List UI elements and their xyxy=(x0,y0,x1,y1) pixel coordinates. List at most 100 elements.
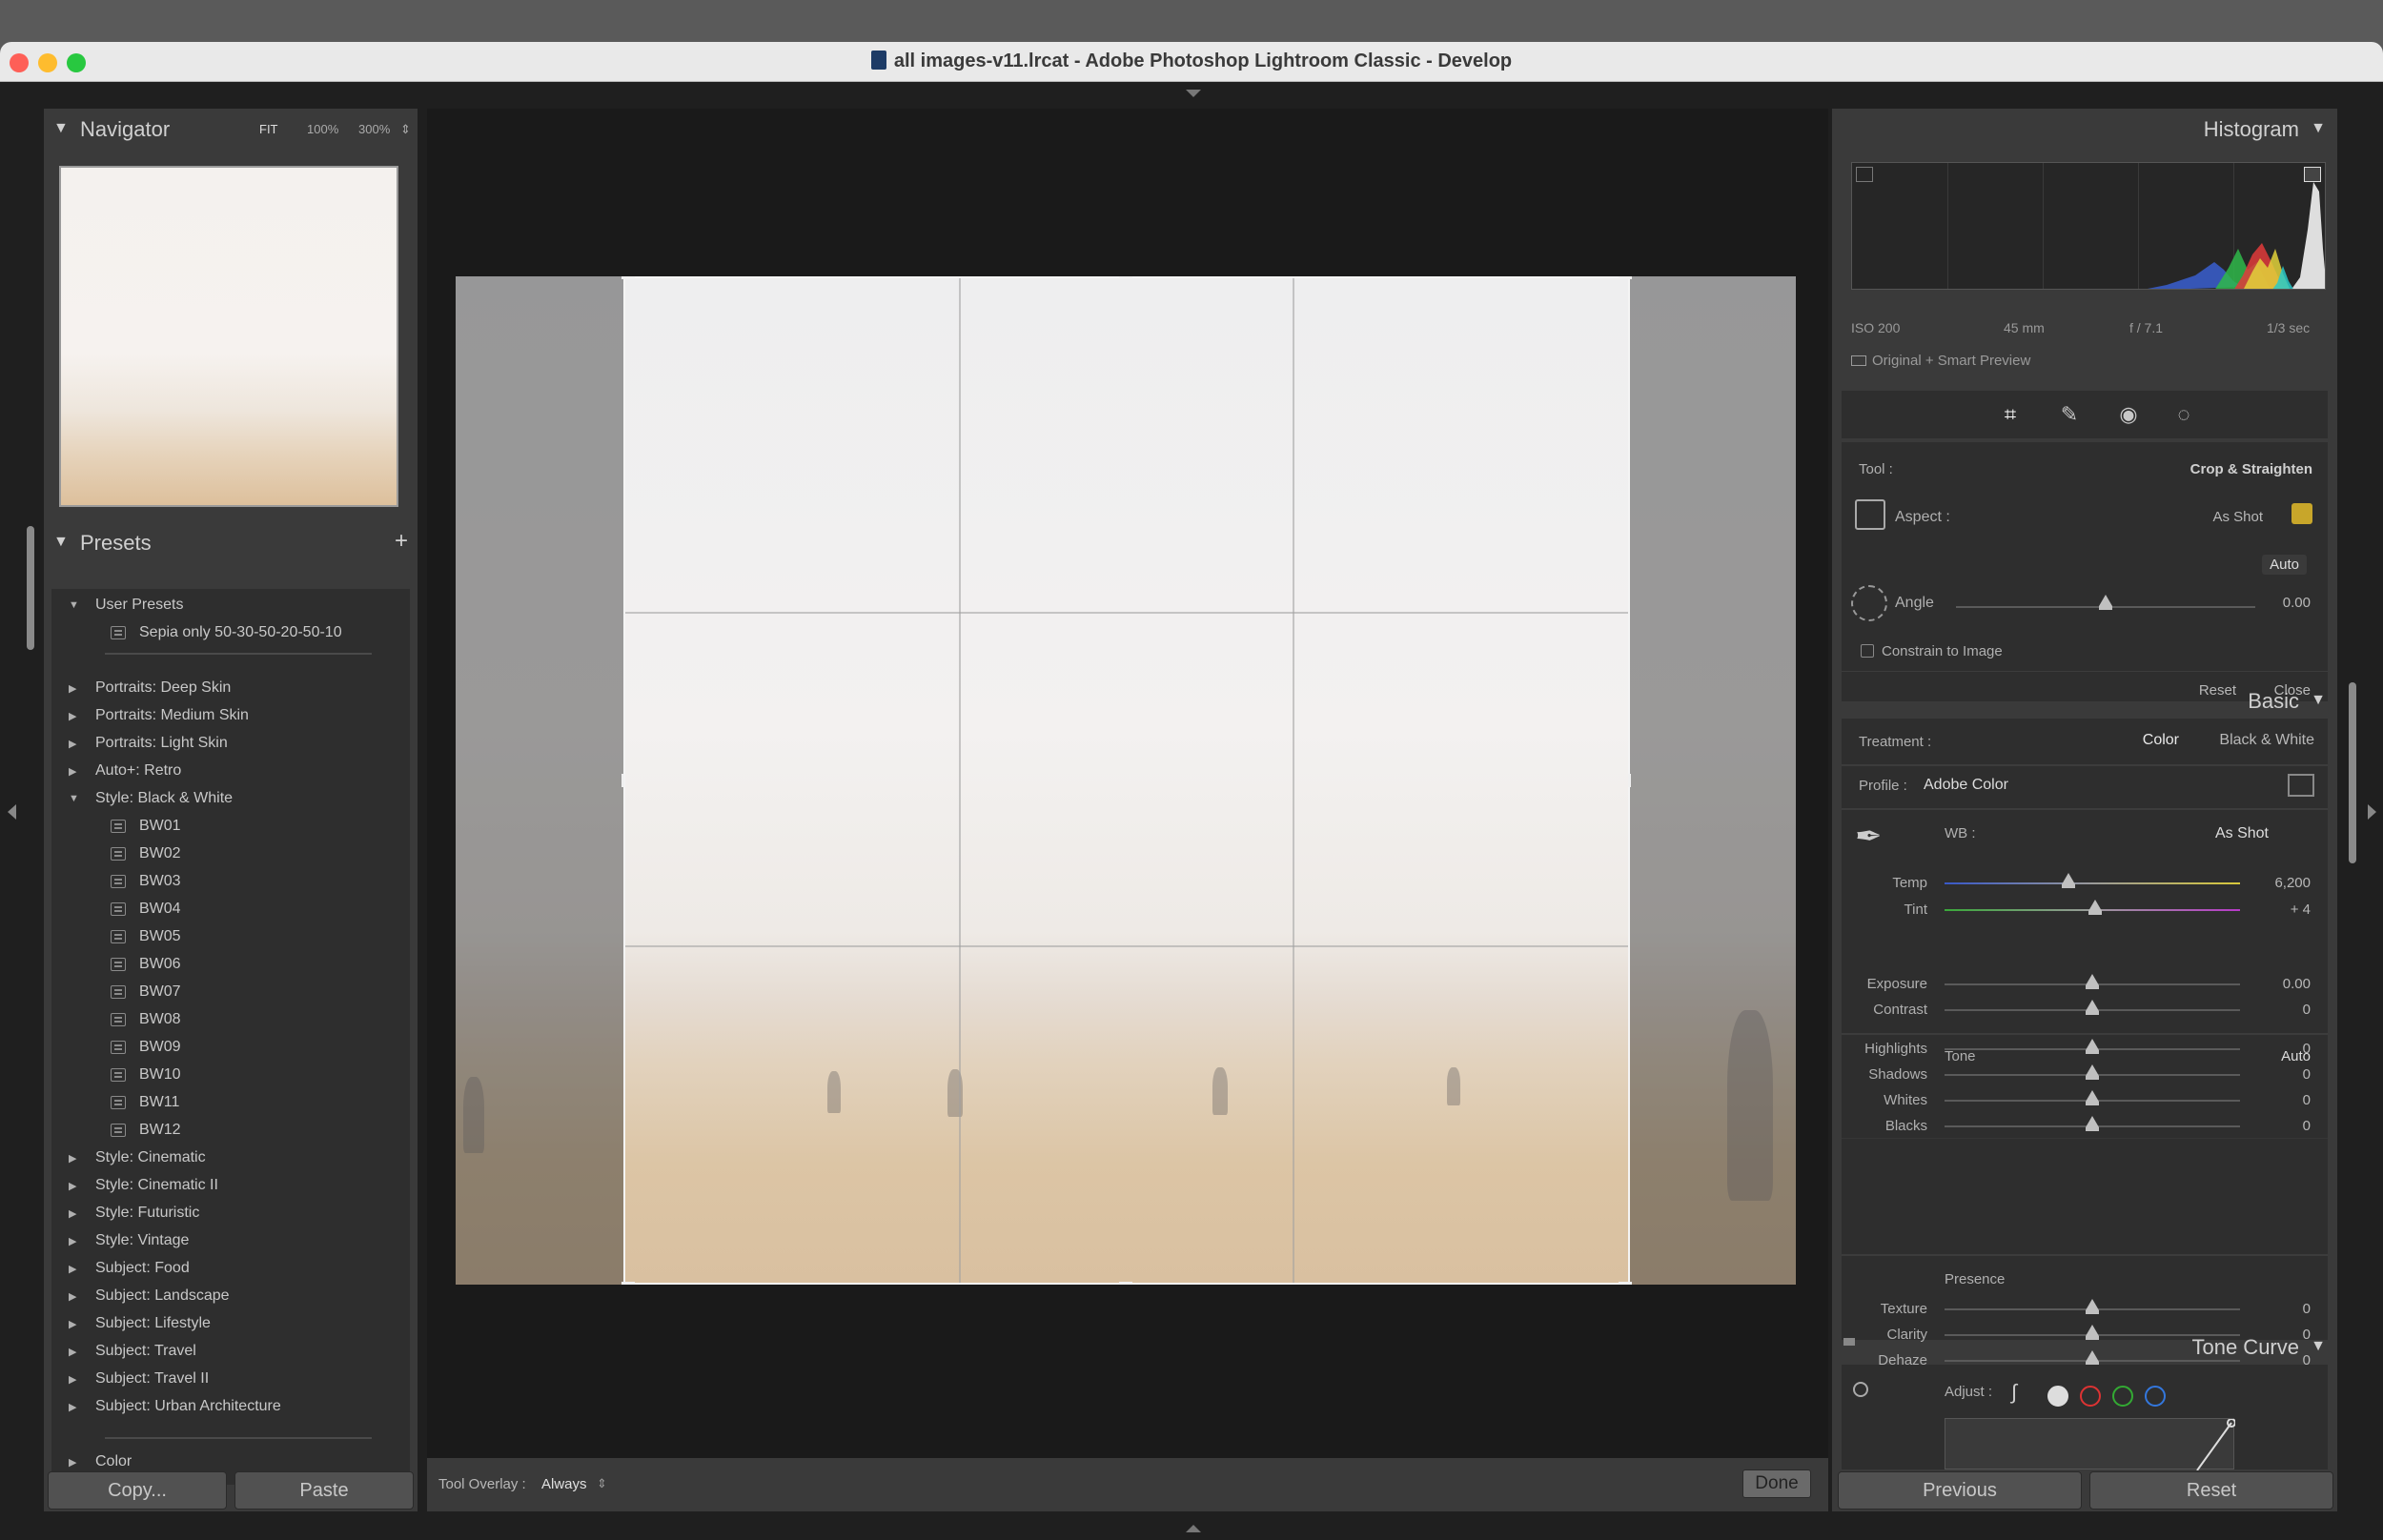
photo[interactable] xyxy=(456,276,1796,1285)
histogram-graph[interactable] xyxy=(1851,162,2326,290)
expand-triangle-icon[interactable]: ▶ xyxy=(69,1373,76,1386)
masking-tool-icon[interactable]: ◌ xyxy=(2171,402,2196,427)
temp-slider[interactable] xyxy=(1945,882,2240,884)
curve-graph[interactable] xyxy=(1945,1418,2235,1470)
straighten-tool-icon[interactable] xyxy=(1851,585,1887,621)
auto-straighten-button[interactable]: Auto xyxy=(2262,555,2307,575)
collapse-triangle-icon[interactable]: ▼ xyxy=(2311,120,2326,137)
preset-group[interactable]: Subject: Urban Architecture xyxy=(95,1398,281,1415)
temp-value[interactable]: 6,200 xyxy=(2274,875,2311,891)
preset-group[interactable]: Portraits: Light Skin xyxy=(95,735,228,752)
preset-item[interactable]: BW01 xyxy=(139,818,181,835)
histogram-header[interactable]: Histogram ▼ xyxy=(1832,109,2337,147)
preset-group[interactable]: Style: Vintage xyxy=(95,1232,189,1249)
contrast-slider-thumb[interactable] xyxy=(2086,1000,2099,1015)
preset-group[interactable]: Style: Black & White xyxy=(95,790,233,807)
collapse-triangle-icon[interactable]: ▼ xyxy=(2311,1338,2326,1355)
preset-group[interactable]: Subject: Travel II xyxy=(95,1370,209,1388)
crop-tool-icon[interactable]: ⌗ xyxy=(1998,402,2023,427)
left-scrollbar[interactable] xyxy=(27,526,34,650)
paste-settings-button[interactable]: Paste xyxy=(234,1471,414,1510)
texture-value[interactable]: 0 xyxy=(2303,1301,2311,1317)
constrain-checkbox[interactable] xyxy=(1861,644,1874,658)
expand-triangle-icon[interactable]: ▶ xyxy=(69,1263,76,1275)
contrast-value[interactable]: 0 xyxy=(2303,1002,2311,1018)
preset-item[interactable]: BW12 xyxy=(139,1122,181,1139)
preset-group[interactable]: Subject: Lifestyle xyxy=(95,1315,211,1332)
red-channel-icon[interactable] xyxy=(2080,1386,2101,1407)
blacks-value[interactable]: 0 xyxy=(2303,1118,2311,1134)
preset-item[interactable]: BW11 xyxy=(139,1094,179,1111)
exposure-slider-thumb[interactable] xyxy=(2086,974,2099,989)
preset-group[interactable]: Style: Cinematic II xyxy=(95,1177,218,1194)
preset-group[interactable]: Portraits: Medium Skin xyxy=(95,707,249,724)
zoom-fit-option[interactable]: FIT xyxy=(259,122,278,136)
preset-item[interactable]: BW02 xyxy=(139,845,181,862)
expand-triangle-icon[interactable]: ▶ xyxy=(69,1318,76,1330)
crop-handle-left[interactable] xyxy=(621,774,624,787)
preset-group[interactable]: Style: Futuristic xyxy=(95,1205,199,1222)
zoom-300-option[interactable]: 300% xyxy=(358,122,390,136)
profile-browser-icon[interactable] xyxy=(2288,774,2314,797)
whites-value[interactable]: 0 xyxy=(2303,1092,2311,1108)
expand-triangle-icon[interactable]: ▶ xyxy=(69,1456,76,1469)
crop-handle-bottom[interactable] xyxy=(1119,1282,1132,1285)
profile-select[interactable]: Adobe Color xyxy=(1924,777,2008,794)
texture-slider-thumb[interactable] xyxy=(2086,1299,2099,1314)
right-panel-toggle-icon[interactable] xyxy=(2368,804,2376,820)
treatment-color-option[interactable]: Color xyxy=(2143,732,2179,749)
bottom-panel-toggle-icon[interactable] xyxy=(1186,1525,1201,1532)
basic-header[interactable]: Basic ▼ xyxy=(1832,680,2337,719)
expand-triangle-icon[interactable]: ▶ xyxy=(69,1235,76,1247)
preset-item[interactable]: BW07 xyxy=(139,983,181,1001)
preset-group[interactable]: Auto+: Retro xyxy=(95,762,181,780)
collapse-triangle-icon[interactable]: ▼ xyxy=(2311,692,2326,709)
aspect-lock-icon[interactable] xyxy=(2291,503,2312,524)
red-eye-tool-icon[interactable]: ◉ xyxy=(2116,402,2141,427)
expand-triangle-icon[interactable]: ▶ xyxy=(69,1401,76,1413)
reset-button[interactable]: Reset xyxy=(2089,1471,2333,1510)
tool-overlay-select[interactable]: Always xyxy=(541,1476,587,1492)
tone-curve-header[interactable]: Tone Curve ▼ xyxy=(1832,1327,2337,1365)
crop-handle-top-right[interactable] xyxy=(1619,276,1632,279)
left-panel-toggle-icon[interactable] xyxy=(8,804,16,820)
expand-triangle-icon[interactable]: ▶ xyxy=(69,1346,76,1358)
zoom-100-option[interactable]: 100% xyxy=(307,122,338,136)
shadows-value[interactable]: 0 xyxy=(2303,1066,2311,1083)
targeted-adjustment-icon[interactable] xyxy=(1853,1382,1868,1397)
presets-header[interactable]: ▼ Presets + xyxy=(44,522,418,560)
wb-select[interactable]: As Shot xyxy=(2215,825,2269,842)
expand-triangle-icon[interactable]: ▶ xyxy=(69,765,76,778)
navigator-preview[interactable] xyxy=(59,166,398,507)
navigator-header[interactable]: ▼ Navigator FIT 100% 300% ⇕ xyxy=(44,109,418,147)
expand-triangle-icon[interactable]: ▶ xyxy=(69,1152,76,1165)
tint-slider-thumb[interactable] xyxy=(2088,900,2103,915)
whites-slider-thumb[interactable] xyxy=(2086,1090,2099,1105)
shadows-slider-thumb[interactable] xyxy=(2086,1064,2099,1080)
temp-slider-thumb[interactable] xyxy=(2062,873,2076,888)
done-button[interactable]: Done xyxy=(1742,1469,1811,1498)
copy-settings-button[interactable]: Copy... xyxy=(48,1471,227,1510)
preset-group[interactable]: Subject: Food xyxy=(95,1260,190,1277)
collapse-triangle-icon[interactable]: ▼ xyxy=(53,120,69,137)
preset-item[interactable]: BW05 xyxy=(139,928,181,945)
crop-handle-top-left[interactable] xyxy=(621,276,635,279)
preset-item[interactable]: BW06 xyxy=(139,956,181,973)
preset-group[interactable]: Subject: Landscape xyxy=(95,1287,230,1305)
tint-value[interactable]: + 4 xyxy=(2291,902,2311,918)
collapse-triangle-icon[interactable]: ▼ xyxy=(53,534,69,551)
preset-group[interactable]: Style: Cinematic xyxy=(95,1149,206,1166)
treatment-bw-option[interactable]: Black & White xyxy=(2219,732,2314,749)
rgb-channel-icon[interactable] xyxy=(2047,1386,2068,1407)
previous-button[interactable]: Previous xyxy=(1838,1471,2082,1510)
parametric-curve-icon[interactable]: ∫ xyxy=(2011,1380,2017,1405)
expand-triangle-icon[interactable]: ▼ xyxy=(69,599,79,611)
expand-triangle-icon[interactable]: ▶ xyxy=(69,1207,76,1220)
expand-triangle-icon[interactable]: ▶ xyxy=(69,1290,76,1303)
preset-item[interactable]: BW03 xyxy=(139,873,181,890)
white-balance-eyedropper-icon[interactable]: ✒ xyxy=(1855,818,1883,856)
preset-item[interactable]: BW08 xyxy=(139,1011,181,1028)
preset-group[interactable]: Subject: Travel xyxy=(95,1343,196,1360)
expand-triangle-icon[interactable]: ▶ xyxy=(69,738,76,750)
preset-group[interactable]: Portraits: Deep Skin xyxy=(95,679,231,697)
